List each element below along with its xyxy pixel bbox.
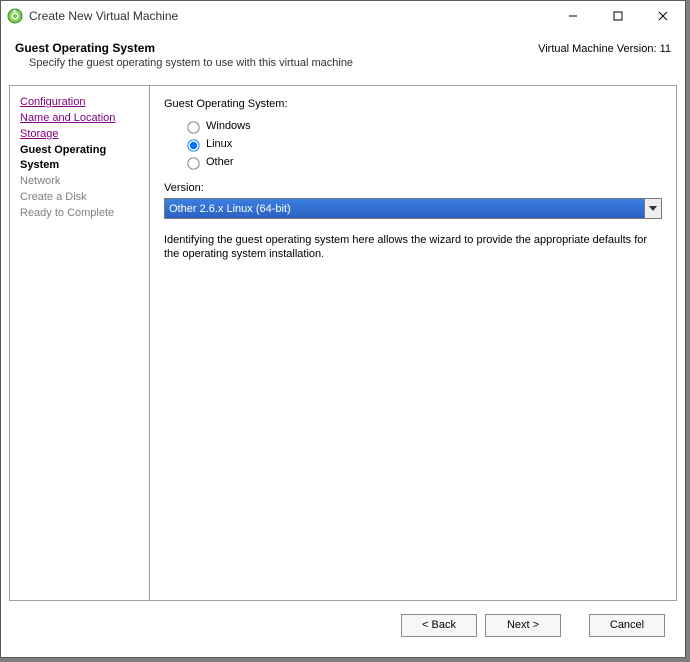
step-create-disk: Create a Disk (20, 191, 87, 203)
titlebar[interactable]: Create New Virtual Machine (1, 1, 685, 31)
minimize-button[interactable] (550, 1, 595, 31)
window-title: Create New Virtual Machine (29, 9, 550, 23)
os-radio-linux-label: Linux (206, 138, 232, 150)
wizard-body: Configuration Name and Location Storage … (1, 77, 685, 657)
page-title: Guest Operating System (15, 41, 353, 55)
os-radio-windows-label: Windows (206, 120, 251, 132)
wizard-footer: < Back Next > Cancel (9, 601, 677, 649)
wizard-main: Guest Operating System: Windows Linux Ot… (150, 86, 676, 600)
close-button[interactable] (640, 1, 685, 31)
step-ready-complete: Ready to Complete (20, 207, 114, 219)
maximize-button[interactable] (595, 1, 640, 31)
page-subtitle: Specify the guest operating system to us… (15, 57, 353, 69)
app-icon (7, 8, 23, 24)
dialog-window: Create New Virtual Machine Guest Operati… (0, 0, 686, 658)
os-option-other[interactable]: Other (182, 154, 662, 170)
content-panel: Configuration Name and Location Storage … (9, 85, 677, 601)
vm-version-label: Virtual Machine Version: 11 (538, 41, 671, 55)
step-storage[interactable]: Storage (20, 128, 59, 140)
wizard-steps-sidebar: Configuration Name and Location Storage … (10, 86, 150, 600)
step-name-location[interactable]: Name and Location (20, 112, 115, 124)
cancel-button[interactable]: Cancel (589, 614, 665, 637)
version-select-value: Other 2.6.x Linux (64-bit) (169, 203, 644, 215)
os-group-label: Guest Operating System: (164, 98, 662, 110)
step-configuration[interactable]: Configuration (20, 96, 85, 108)
help-text: Identifying the guest operating system h… (164, 233, 662, 261)
os-option-linux[interactable]: Linux (182, 136, 662, 152)
back-button[interactable]: < Back (401, 614, 477, 637)
step-guest-os: Guest Operating System (20, 144, 106, 171)
os-radio-linux[interactable] (187, 139, 199, 151)
wizard-header: Guest Operating System Specify the guest… (1, 31, 685, 77)
os-radio-other[interactable] (187, 157, 199, 169)
os-radio-windows[interactable] (187, 121, 199, 133)
step-network: Network (20, 175, 60, 187)
version-label: Version: (164, 182, 662, 194)
next-button[interactable]: Next > (485, 614, 561, 637)
os-option-windows[interactable]: Windows (182, 118, 662, 134)
chevron-down-icon (644, 199, 661, 218)
version-select[interactable]: Other 2.6.x Linux (64-bit) (164, 198, 662, 219)
os-radio-other-label: Other (206, 156, 234, 168)
window-controls (550, 1, 685, 31)
